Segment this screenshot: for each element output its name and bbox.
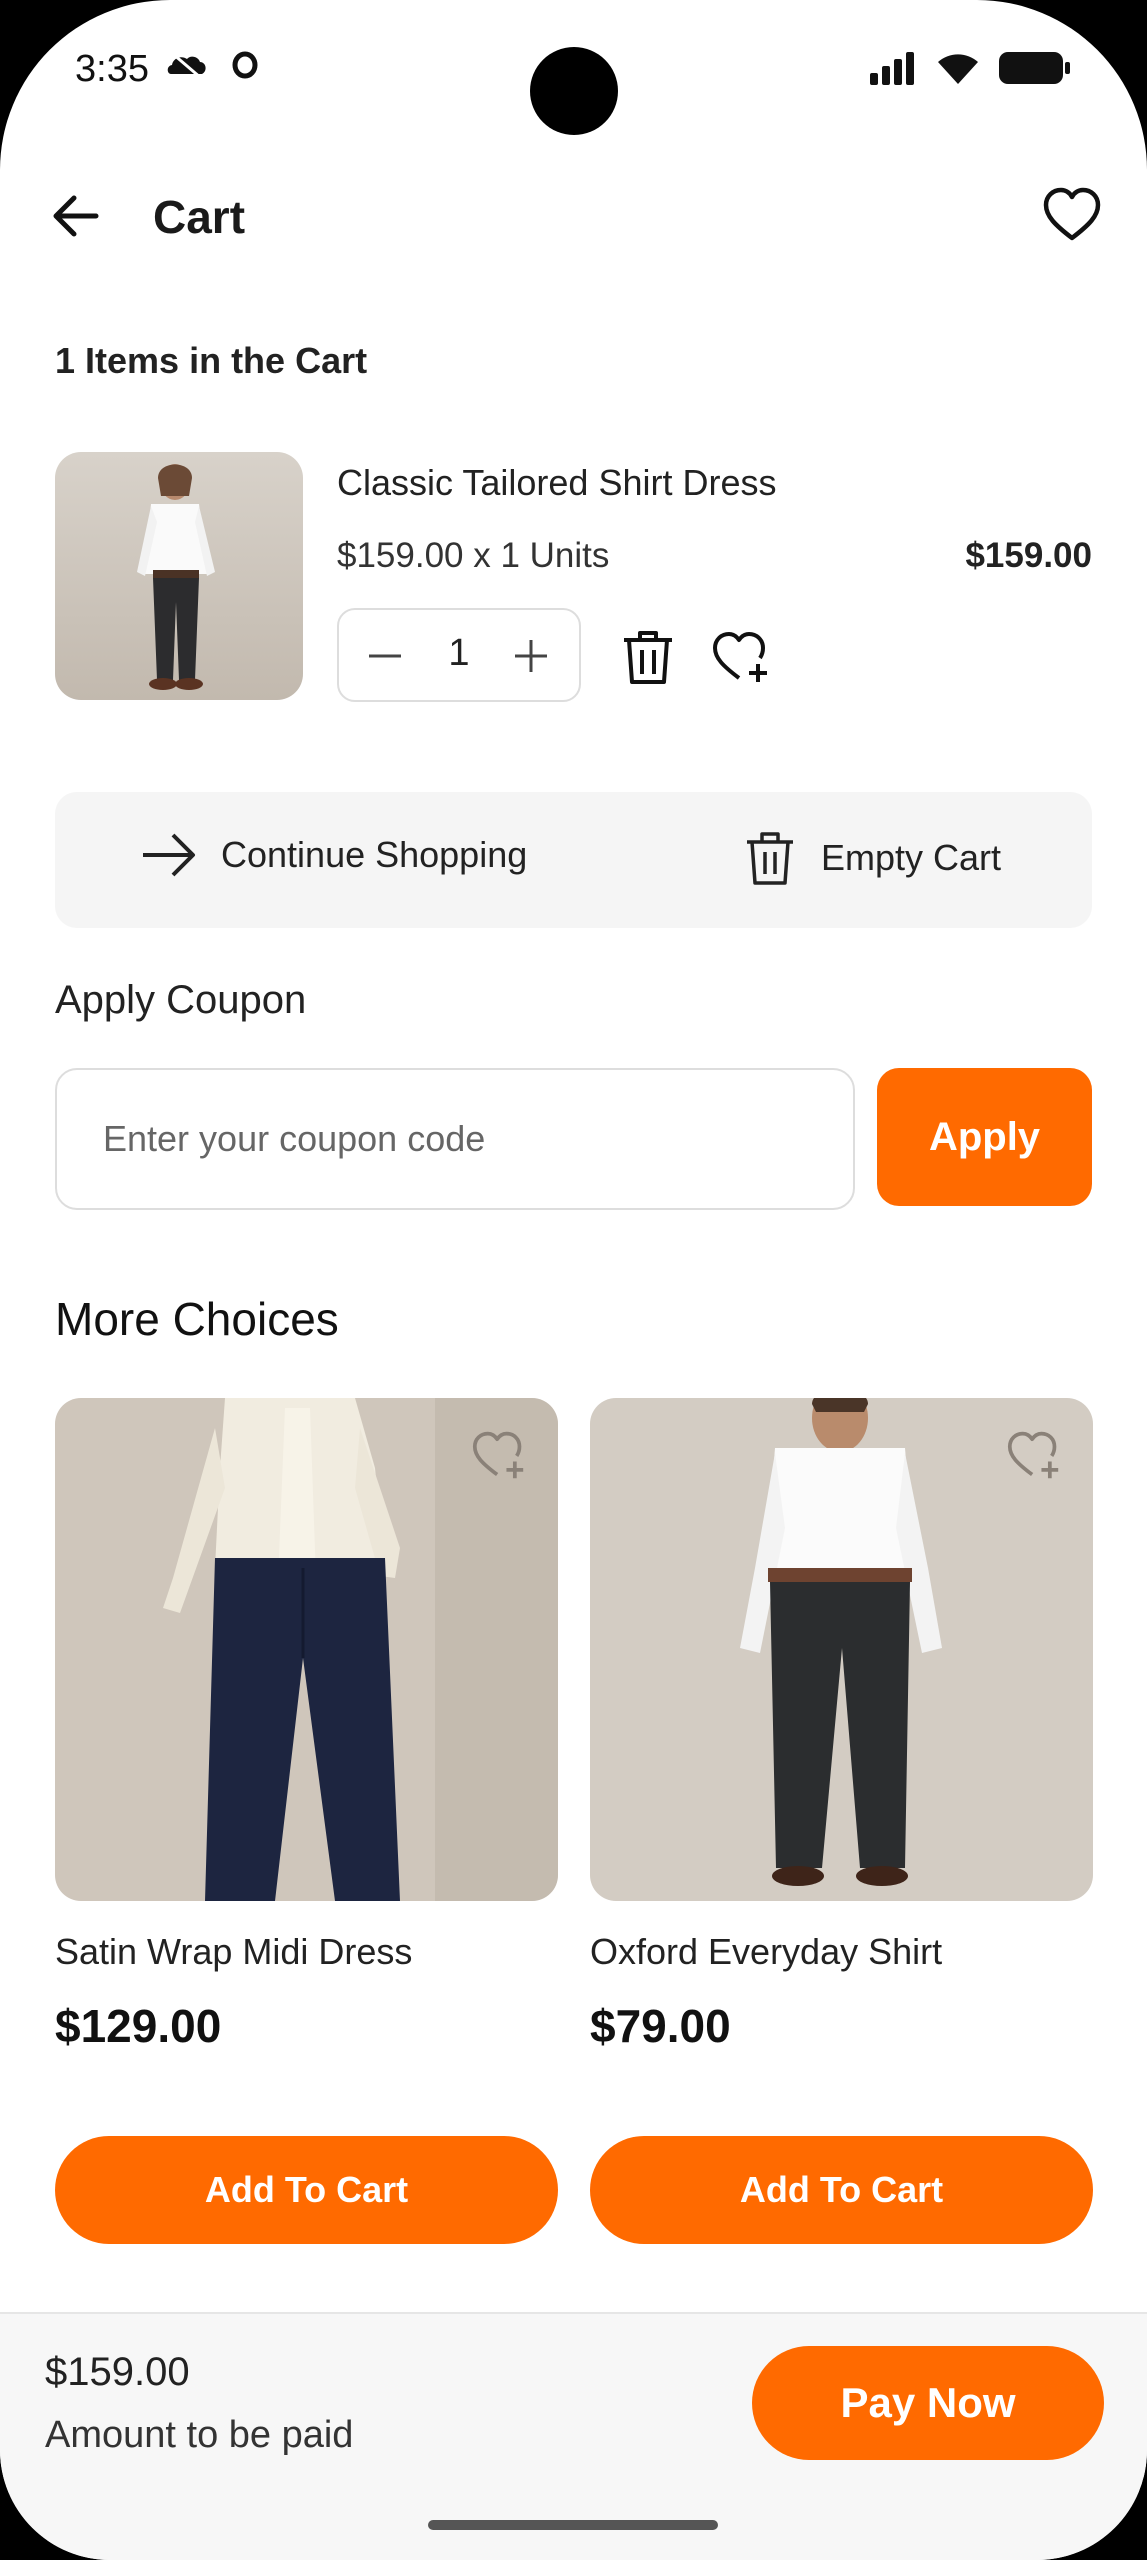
back-arrow-icon[interactable]: [48, 188, 104, 244]
empty-cart-label: Empty Cart: [821, 837, 1002, 878]
app-screen: 3:35 Cart 1 Items in the Cart Classic Ta…: [0, 0, 1147, 2560]
trash-icon: [747, 832, 793, 885]
product-card: Satin Wrap Midi Dress $129.00 Add To Car…: [55, 1398, 558, 2244]
home-indicator[interactable]: [428, 2520, 718, 2530]
checkout-bar: $159.00 Amount to be paid Pay Now: [0, 2312, 1147, 2560]
heart-icon[interactable]: [1041, 184, 1103, 246]
cloud-off-icon: [167, 52, 206, 80]
coupon-section-title: Apply Coupon: [55, 978, 307, 1022]
cart-item-unit-price: $159.00 x 1 Units: [337, 536, 610, 575]
coupon-input[interactable]: [55, 1068, 855, 1210]
notification-icons: [165, 50, 259, 80]
product-card: Oxford Everyday Shirt $79.00 Add To Cart: [590, 1398, 1093, 2244]
total-amount: $159.00: [45, 2350, 190, 2394]
sync-icon: [232, 51, 258, 79]
continue-shopping-label: Continue Shopping: [221, 834, 528, 875]
continue-shopping-button[interactable]: Continue Shopping: [141, 830, 527, 880]
product-name: Oxford Everyday Shirt: [590, 1931, 943, 1972]
add-to-cart-button[interactable]: Add To Cart: [55, 2136, 558, 2244]
plus-icon[interactable]: [513, 638, 549, 674]
trash-icon[interactable]: [620, 628, 676, 686]
cart-actions: Continue Shopping Empty Cart: [55, 792, 1092, 928]
total-amount-label: Amount to be paid: [45, 2414, 354, 2456]
product-price: $129.00: [55, 2000, 222, 2052]
camera-cutout: [530, 47, 618, 135]
status-bar: 3:35: [0, 0, 1147, 140]
add-to-cart-button[interactable]: Add To Cart: [590, 2136, 1093, 2244]
page-title: Cart: [153, 191, 246, 243]
product-price: $79.00: [590, 2000, 731, 2052]
product-image[interactable]: [55, 1398, 558, 1901]
wishlist-add-icon[interactable]: [1005, 1428, 1063, 1482]
cart-item-total: $159.00: [965, 536, 1092, 575]
wishlist-add-icon[interactable]: [711, 628, 771, 686]
empty-cart-button[interactable]: Empty Cart: [745, 830, 1001, 886]
signal-icon: [870, 52, 914, 85]
wishlist-add-icon[interactable]: [470, 1428, 528, 1482]
more-choices-title: More Choices: [55, 1293, 339, 1345]
product-image[interactable]: [590, 1398, 1093, 1901]
cart-count-label: 1 Items in the Cart: [55, 340, 368, 381]
product-image[interactable]: [55, 452, 303, 700]
pay-now-button[interactable]: Pay Now: [752, 2346, 1104, 2460]
battery-icon: [999, 52, 1070, 84]
arrow-right-icon: [143, 833, 195, 877]
app-bar: Cart: [0, 170, 1147, 260]
status-time: 3:35: [75, 48, 149, 90]
product-name: Satin Wrap Midi Dress: [55, 1931, 413, 1972]
system-icons: [868, 50, 1072, 86]
quantity-stepper: 1: [337, 608, 581, 702]
person-illustration: [137, 464, 215, 690]
wifi-icon: [938, 54, 978, 84]
cart-item-name: Classic Tailored Shirt Dress: [337, 462, 777, 503]
apply-coupon-button[interactable]: Apply: [877, 1068, 1092, 1206]
cart-item: Classic Tailored Shirt Dress $159.00 x 1…: [55, 452, 1092, 702]
